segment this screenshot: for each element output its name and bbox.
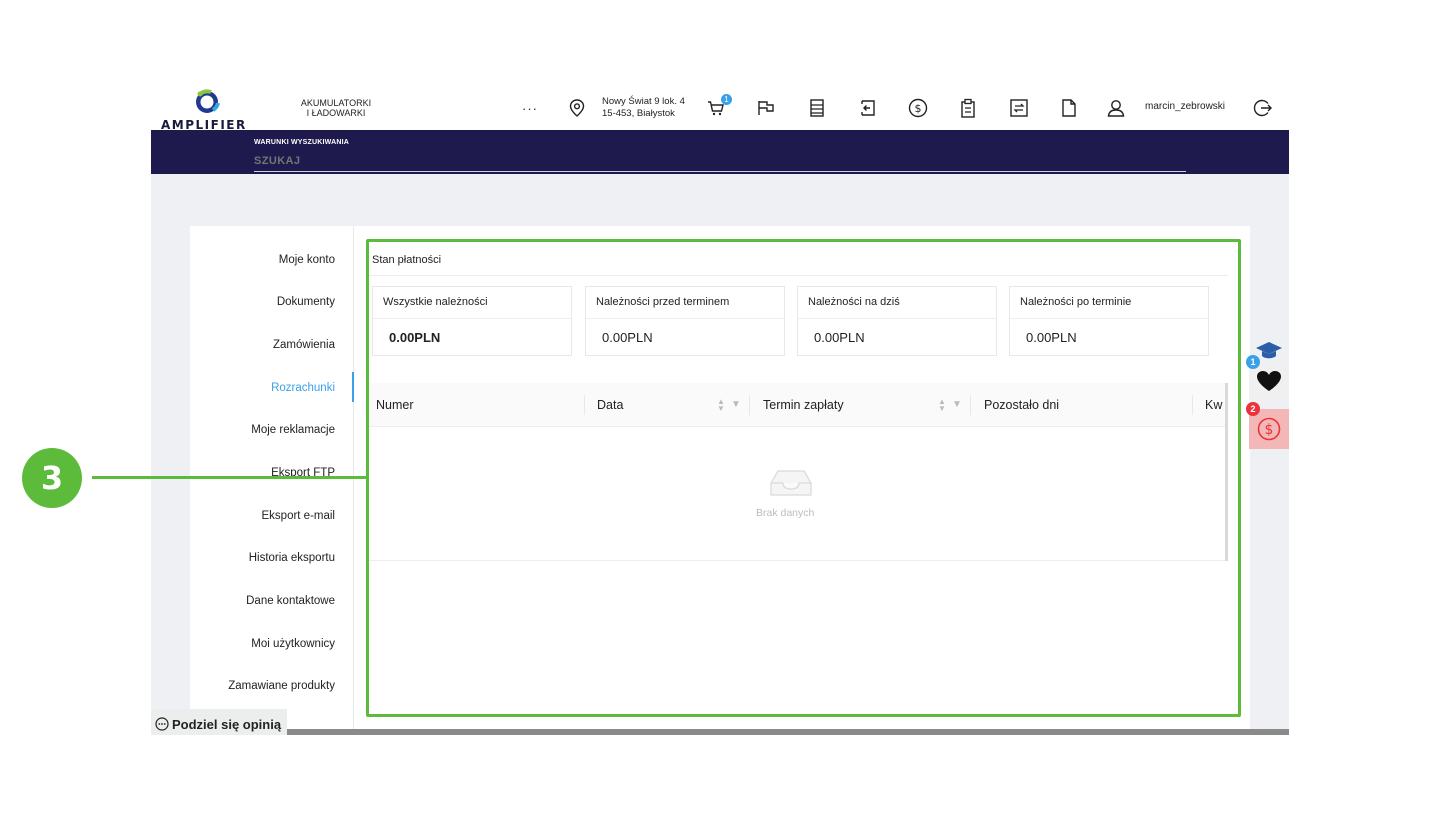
username[interactable]: marcin_zebrowski (1145, 101, 1225, 112)
search-input[interactable] (254, 150, 1186, 172)
logout-icon[interactable] (1251, 96, 1275, 120)
callout-line (92, 476, 366, 479)
feedback-label: Podziel się opinią (172, 716, 282, 732)
more-icon[interactable]: ··· (518, 96, 542, 120)
import-icon[interactable] (856, 96, 880, 120)
alert-badge: 2 (1246, 402, 1260, 416)
location-pin-icon[interactable] (565, 96, 589, 120)
payments-alert-button[interactable]: $ 2 (1246, 402, 1289, 449)
cart-count-badge: 1 (721, 94, 732, 105)
callout-number: 3 (22, 448, 82, 508)
address-line-1: Nowy Świat 9 lok. 4 (602, 96, 685, 107)
exchange-icon[interactable] (1007, 96, 1031, 120)
sidebar-item-rozrachunki[interactable]: Rozrachunki (271, 382, 335, 394)
sidebar-item-zamowienia[interactable]: Zamówienia (273, 339, 335, 351)
heart-icon (1257, 371, 1281, 391)
favorites-button[interactable]: 1 (1246, 355, 1289, 400)
sidebar-item-eksport-email[interactable]: Eksport e-mail (262, 510, 336, 522)
account-sidebar: Moje konto Dokumenty Zamówienia Rozrachu… (190, 226, 354, 734)
sidebar-item-moje-konto[interactable]: Moje konto (279, 254, 335, 266)
sidebar-item-moje-reklamacje[interactable]: Moje reklamacje (251, 424, 335, 436)
svg-text:$: $ (1265, 422, 1274, 438)
chat-bubble-icon (155, 717, 169, 731)
flag-icon[interactable] (754, 96, 778, 120)
active-indicator (352, 372, 354, 402)
sidebar-item-historia-eksportu[interactable]: Historia eksportu (249, 552, 335, 564)
sidebar-item-zamawiane-produkty[interactable]: Zamawiane produkty (228, 680, 335, 692)
dollar-alert-icon: $ (1257, 417, 1281, 441)
sidebar-item-dokumenty[interactable]: Dokumenty (277, 296, 335, 308)
svg-text:$: $ (915, 102, 922, 115)
category-label[interactable]: AKUMULATORKI I ŁADOWARKI (299, 98, 373, 118)
user-icon[interactable] (1104, 96, 1128, 120)
highlight-box (366, 239, 1241, 717)
dollar-circle-icon[interactable]: $ (906, 96, 930, 120)
sidebar-item-moi-uzytkownicy[interactable]: Moi użytkownicy (251, 638, 335, 650)
search-label: WARUNKI WYSZUKIWANIA (254, 139, 349, 146)
favorites-badge: 1 (1246, 355, 1260, 369)
address-line-2: 15-453, Białystok (602, 108, 675, 119)
list-document-icon[interactable] (805, 96, 829, 120)
delivery-address[interactable]: Nowy Świat 9 lok. 4 15-453, Białystok (602, 96, 685, 120)
logo[interactable]: AMPLIFIER (161, 86, 253, 132)
search-bar: WARUNKI WYSZUKIWANIA (151, 130, 1289, 174)
floating-widgets: 1 $ 2 (1246, 340, 1289, 450)
bottom-scrollbar[interactable] (151, 729, 1289, 735)
sidebar-item-dane-kontaktowe[interactable]: Dane kontaktowe (246, 595, 335, 607)
feedback-button[interactable]: Podziel się opinią (151, 709, 288, 735)
clipboard-icon[interactable] (956, 96, 980, 120)
top-header: AMPLIFIER AKUMULATORKI I ŁADOWARKI ··· N… (151, 84, 1289, 132)
graduation-cap-icon[interactable] (1255, 340, 1283, 360)
document-icon[interactable] (1057, 96, 1081, 120)
